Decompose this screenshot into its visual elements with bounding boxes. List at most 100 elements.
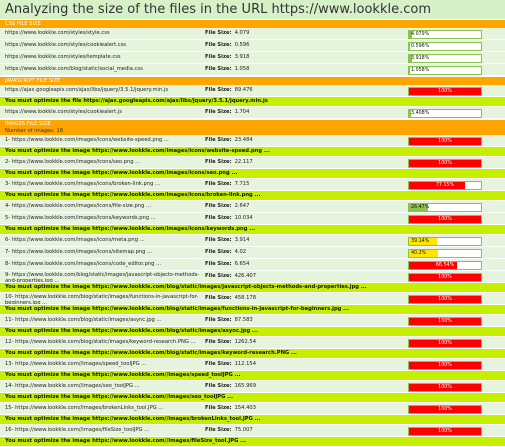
- js-file-list: https://ajax.googleapis.com/ajax/libs/jq…: [0, 85, 505, 119]
- size-percentage-bar: 100%: [408, 215, 482, 224]
- file-url[interactable]: https://www.lookkle.com/styles/style.css: [5, 30, 200, 36]
- file-row: 1- https://www.lookkle.com/images/icons/…: [0, 135, 505, 147]
- file-url[interactable]: 7- https://www.lookkle.com/images/icons/…: [5, 249, 200, 255]
- size-percentage-bar: 26.47%: [408, 203, 482, 212]
- file-url[interactable]: 6- https://www.lookkle.com/images/icons/…: [5, 237, 200, 243]
- file-size-value: 112.154: [235, 361, 256, 367]
- file-size-label: File Size:: [205, 42, 232, 48]
- file-size-label: File Size:: [205, 339, 232, 345]
- file-url[interactable]: 4- https://www.lookkle.com/images/icons/…: [5, 203, 200, 209]
- file-row: 7- https://www.lookkle.com/images/icons/…: [0, 247, 505, 259]
- file-size-label: File Size:: [205, 361, 232, 367]
- file-row: 15- https://www.lookkle.com//images/brok…: [0, 403, 505, 415]
- file-size-label: File Size:: [205, 427, 232, 433]
- size-percentage-label: 100%: [409, 318, 481, 325]
- optimize-warning: You must optimize the image https://www.…: [0, 371, 505, 381]
- file-size: File Size:7.715: [205, 181, 249, 187]
- size-percentage-label: 100%: [409, 384, 481, 391]
- file-size-label: File Size:: [205, 159, 232, 165]
- file-size: File Size:4.079: [205, 30, 249, 36]
- size-percentage-label: 100%: [409, 296, 481, 303]
- file-size-value: 458.178: [235, 295, 256, 301]
- file-size-label: File Size:: [205, 249, 232, 255]
- file-url[interactable]: https://www.lookkle.com/styles/cookieale…: [5, 42, 200, 48]
- file-row: 9- https://www.lookkle.com/blog/static/i…: [0, 271, 505, 283]
- file-size-label: File Size:: [205, 317, 232, 323]
- size-percentage-bar: 100%: [408, 405, 482, 414]
- file-url[interactable]: https://www.lookkle.com/styles/template.…: [5, 54, 200, 60]
- size-percentage-label: 100%: [409, 138, 481, 145]
- images-count: Number of images: 18: [0, 128, 505, 135]
- file-url[interactable]: 14- https://www.lookkle.com//images/seo_…: [5, 383, 200, 389]
- file-size-label: File Size:: [205, 30, 232, 36]
- file-size-label: File Size:: [205, 137, 232, 143]
- size-percentage-label: 3.918%: [411, 55, 429, 62]
- file-row: https://www.lookkle.com/styles/cookieale…: [0, 107, 505, 119]
- file-url[interactable]: 9- https://www.lookkle.com/blog/static/i…: [5, 272, 200, 282]
- size-percentage-label: 100%: [409, 274, 481, 281]
- file-size: File Size:87.583: [205, 317, 253, 323]
- optimize-warning: You must optimize the image https://www.…: [0, 225, 505, 235]
- optimize-warning: You must optimize the image https://www.…: [0, 283, 505, 293]
- size-percentage-bar: 100%: [408, 159, 482, 168]
- file-url[interactable]: 16- https://www.lookkle.com//images/file…: [5, 427, 200, 433]
- css-section-header: CSS FILE SIZE: [0, 20, 505, 28]
- file-size-value: 2.647: [235, 203, 250, 209]
- file-url[interactable]: 15- https://www.lookkle.com//images/brok…: [5, 405, 200, 411]
- file-row: 14- https://www.lookkle.com//images/seo_…: [0, 381, 505, 393]
- file-size-label: File Size:: [205, 87, 232, 93]
- optimize-warning: You must optimize the image https://www.…: [0, 147, 505, 157]
- size-percentage-bar: 100%: [408, 339, 482, 348]
- file-url[interactable]: https://ajax.googleapis.com/ajax/libs/jq…: [5, 87, 200, 93]
- file-url[interactable]: 3- https://www.lookkle.com/images/icons/…: [5, 181, 200, 187]
- file-url[interactable]: 11- https://www.lookkle.com/blog/static/…: [5, 317, 200, 323]
- size-percentage-label: 4.079%: [411, 31, 429, 38]
- file-url[interactable]: 2- https://www.lookkle.com/images/icons/…: [5, 159, 200, 165]
- file-row: 12- https://www.lookkle.com/blog/static/…: [0, 337, 505, 349]
- file-size: File Size:22.117: [205, 159, 253, 165]
- file-size-value: 1.058: [235, 66, 250, 72]
- size-percentage-bar: 77.15%: [408, 181, 482, 190]
- size-percentage-bar: 4.079%: [408, 30, 482, 39]
- size-percentage-bar: 100%: [408, 361, 482, 370]
- size-percentage-bar: 40.2%: [408, 249, 482, 258]
- size-percentage-bar: 100%: [408, 317, 482, 326]
- file-size-value: 22.117: [235, 159, 253, 165]
- size-percentage-label: 100%: [409, 362, 481, 369]
- file-size-value: 154.403: [235, 405, 256, 411]
- file-size: File Size:154.403: [205, 405, 256, 411]
- file-size: File Size:6.654: [205, 261, 249, 267]
- file-url[interactable]: 12- https://www.lookkle.com/blog/static/…: [5, 339, 200, 345]
- file-row: 5- https://www.lookkle.com/images/icons/…: [0, 213, 505, 225]
- file-url[interactable]: https://www.lookkle.com/blog/static/soci…: [5, 66, 200, 72]
- file-size: File Size:112.154: [205, 361, 256, 367]
- file-size-value: 165.969: [235, 383, 256, 389]
- file-size-label: File Size:: [205, 405, 232, 411]
- file-size: File Size:4.02: [205, 249, 246, 255]
- size-percentage-label: 100%: [409, 88, 481, 95]
- file-url[interactable]: 10- https://www.lookkle.com/blog/static/…: [5, 294, 200, 304]
- size-percentage-fill: [409, 67, 410, 74]
- file-url[interactable]: 5- https://www.lookkle.com/images/icons/…: [5, 215, 200, 221]
- file-url[interactable]: 8- https://www.lookkle.com/images/icons/…: [5, 261, 200, 267]
- file-row: https://www.lookkle.com/styles/style.css…: [0, 28, 505, 40]
- file-size-value: 1.704: [235, 109, 250, 115]
- file-size-label: File Size:: [205, 54, 232, 60]
- file-size: File Size:1.704: [205, 109, 249, 115]
- file-url[interactable]: https://www.lookkle.com/styles/cookieale…: [5, 109, 200, 115]
- size-percentage-label: 77.15%: [409, 182, 481, 189]
- file-size-value: 89.476: [235, 87, 253, 93]
- optimize-warning: You must optimize the file https://ajax.…: [0, 97, 505, 107]
- optimize-warning: You must optimize the image https://www.…: [0, 327, 505, 337]
- file-size-value: 4.079: [235, 30, 250, 36]
- size-percentage-bar: 3.918%: [408, 54, 482, 63]
- size-percentage-bar: 3.408%: [408, 109, 482, 118]
- file-row: 8- https://www.lookkle.com/images/icons/…: [0, 259, 505, 271]
- file-url[interactable]: 13- https://www.lookkle.com//images/spee…: [5, 361, 200, 367]
- file-row: 6- https://www.lookkle.com/images/icons/…: [0, 235, 505, 247]
- optimize-warning: You must optimize the image https://www.…: [0, 191, 505, 201]
- image-file-list: 1- https://www.lookkle.com/images/icons/…: [0, 135, 505, 447]
- file-row: https://ajax.googleapis.com/ajax/libs/jq…: [0, 85, 505, 97]
- file-url[interactable]: 1- https://www.lookkle.com/images/icons/…: [5, 137, 200, 143]
- file-size: File Size:23.484: [205, 137, 253, 143]
